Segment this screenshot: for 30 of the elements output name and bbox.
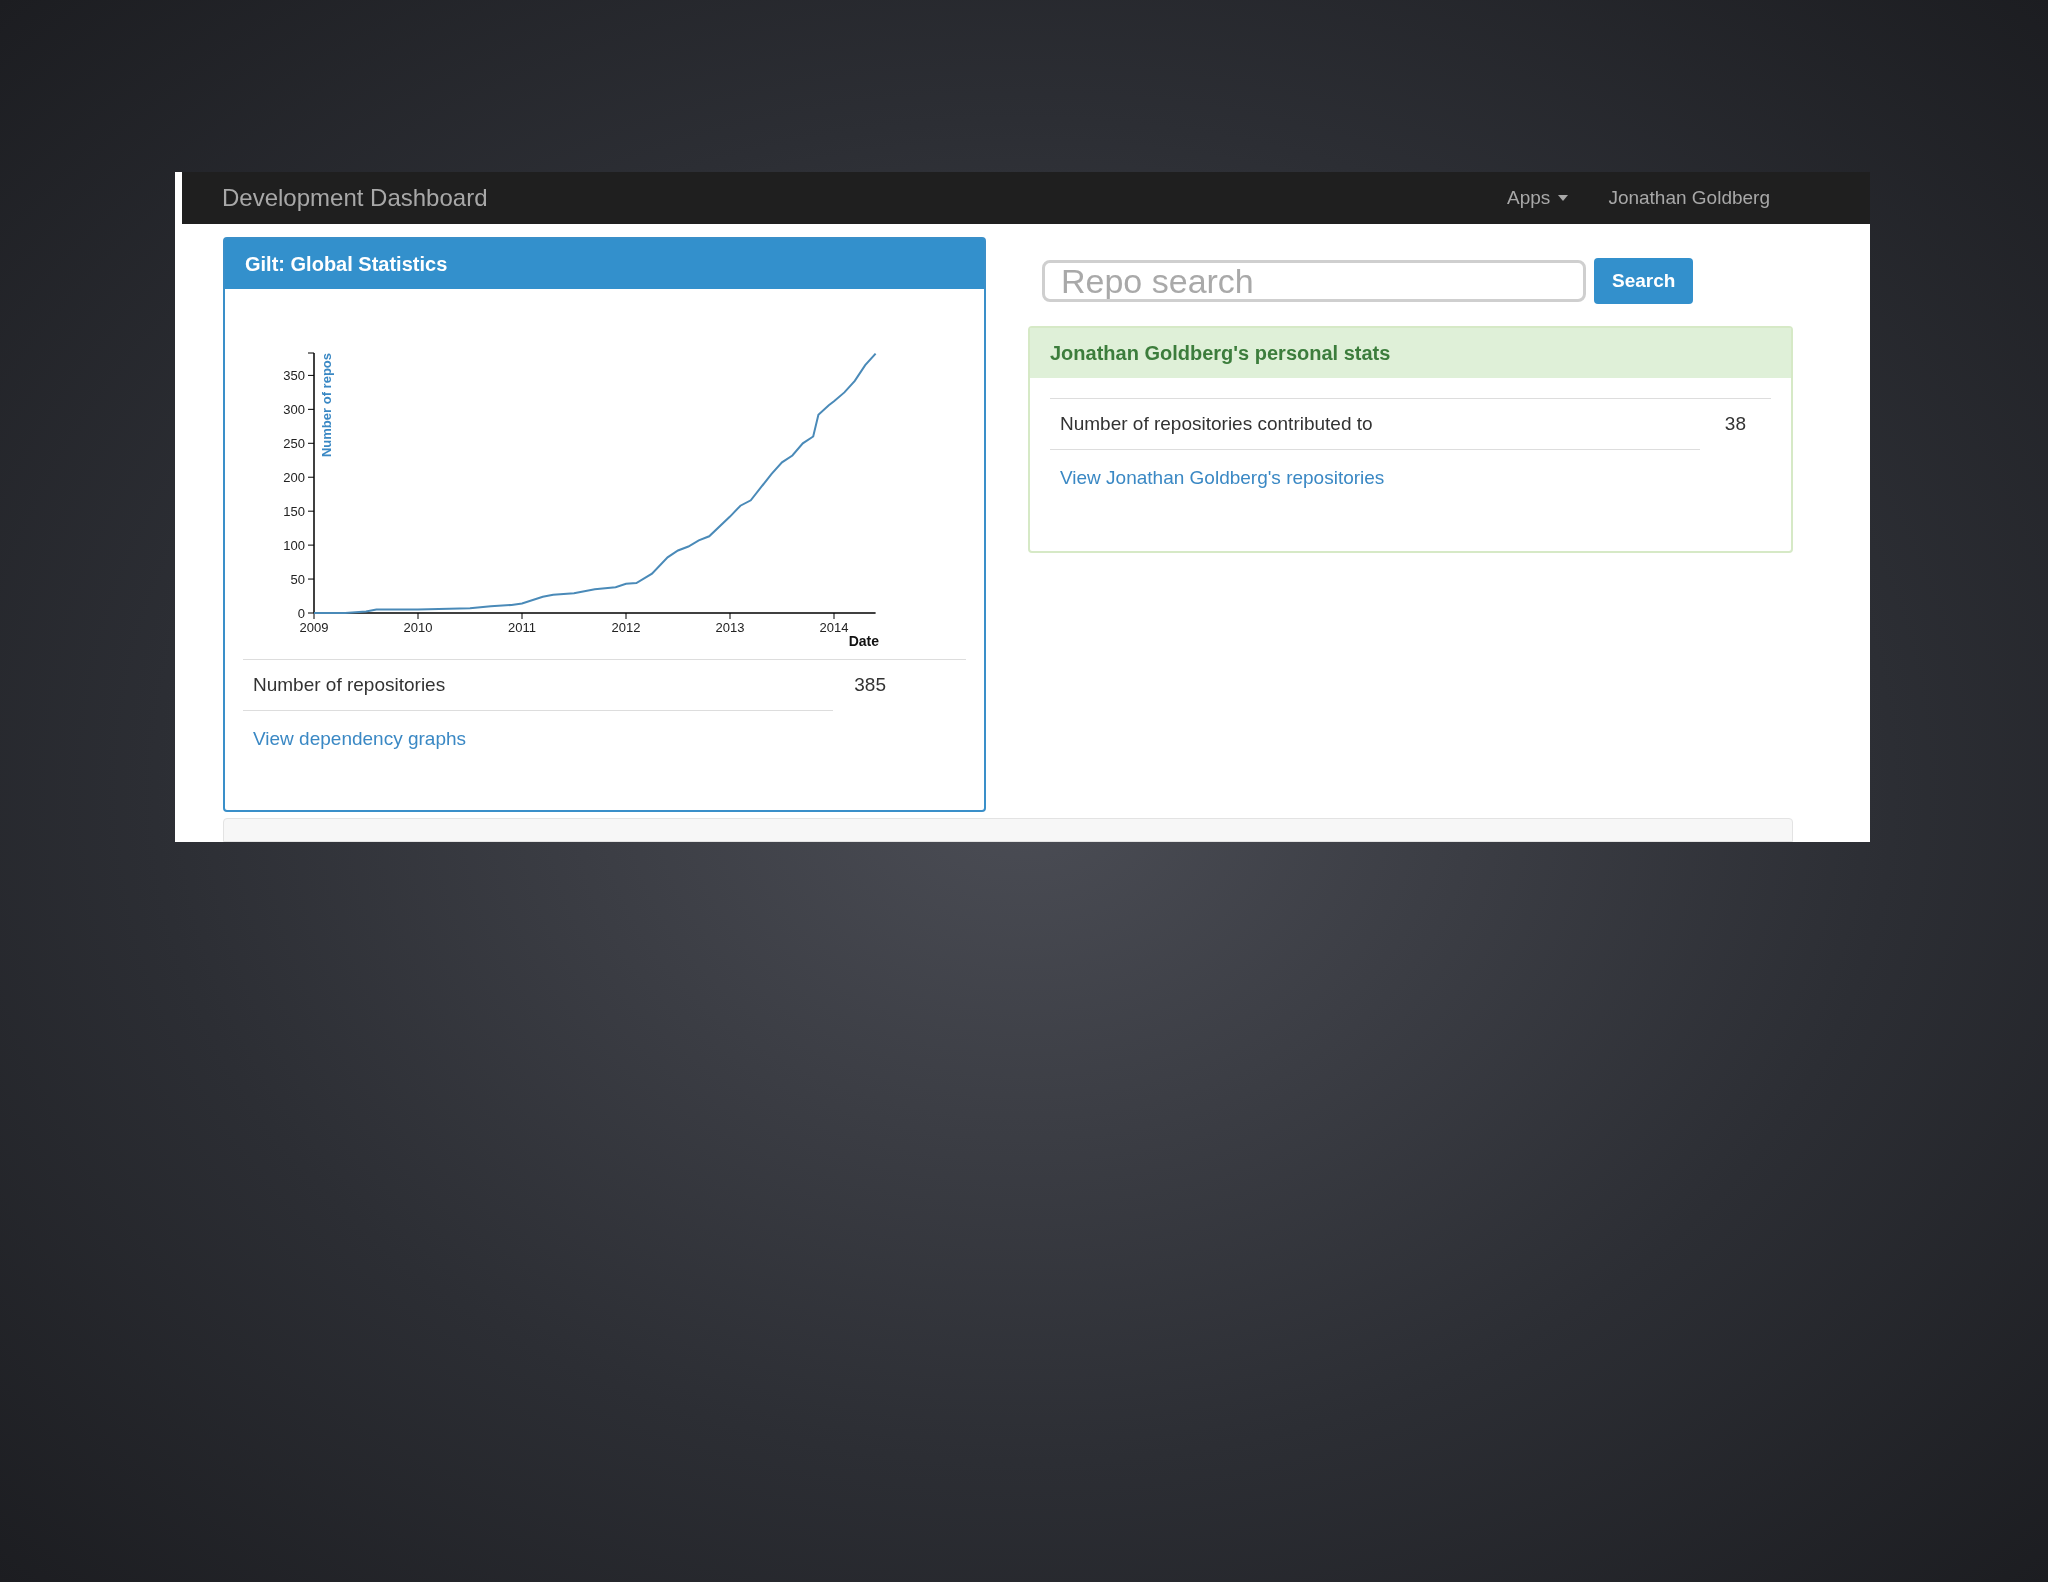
stat-label: Number of repositories <box>252 672 446 697</box>
caret-icon <box>1558 195 1569 201</box>
panel-header: Gilt: Global Statistics <box>225 239 984 289</box>
stat-link[interactable]: View dependency graphs <box>253 725 467 754</box>
tick-label: 2014 <box>819 620 849 635</box>
tick-label: 2009 <box>299 620 329 635</box>
search-button[interactable]: Search <box>1594 258 1694 304</box>
tick-label: 300 <box>283 402 305 418</box>
search-field[interactable]: Repo search <box>1042 260 1586 302</box>
axis-title: Date <box>848 633 879 649</box>
stat-value: 385 <box>854 672 886 697</box>
tick-label: 200 <box>283 470 305 486</box>
tick-label: 2010 <box>403 620 433 635</box>
tick-label: 50 <box>290 572 305 588</box>
axis-title: Number of repos <box>319 353 334 457</box>
tick-label: 350 <box>283 368 305 384</box>
stat-link[interactable]: View Jonathan Goldberg's repositories <box>1060 464 1385 493</box>
stat-value: 38 <box>1724 411 1746 436</box>
tick-label: 250 <box>283 436 305 452</box>
tick-label: 100 <box>283 538 305 554</box>
tick-label: 0 <box>297 606 305 621</box>
stat-label: Number of repositories contributed to <box>1059 411 1373 436</box>
tick-label: 2011 <box>508 620 536 635</box>
tick-label: 150 <box>283 504 305 520</box>
tick-label: 2012 <box>611 620 641 635</box>
panel-header: Jonathan Goldberg's personal stats <box>1030 328 1791 378</box>
brand-title[interactable]: Development Dashboard <box>222 180 488 216</box>
apps-dropdown[interactable]: Apps <box>1507 183 1569 213</box>
tick-label: 2013 <box>715 620 745 635</box>
user-link[interactable]: Jonathan Goldberg <box>1608 183 1770 213</box>
